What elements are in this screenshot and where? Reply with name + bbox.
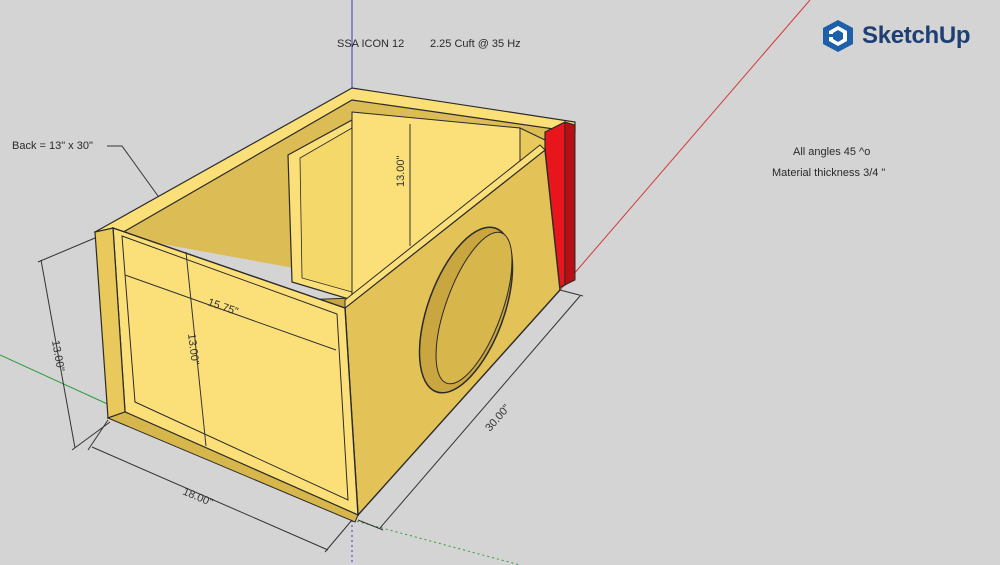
dim-text-length-right: 30.00": [483, 402, 513, 434]
back-note-leader: [107, 145, 159, 197]
dim-text-width-front: 18.00": [181, 486, 215, 509]
angles-note: All angles 45 ^o: [793, 146, 871, 158]
sketchup-logo-text: SketchUp: [862, 22, 971, 49]
model-canvas[interactable]: 13.00" 18.00" 30.00" 15.75" 13.00" 13.00…: [0, 0, 1000, 565]
sketchup-logo: SketchUp: [822, 19, 971, 53]
model-title: SSA ICON 12: [337, 38, 405, 50]
green-axis-hidden: [351, 519, 521, 565]
sketchup-viewport[interactable]: 13.00" 18.00" 30.00" 15.75" 13.00" 13.00…: [0, 0, 1000, 565]
red-axis: [559, 0, 811, 291]
dim-text-back-inner-height: 13.00": [395, 155, 407, 187]
model-volume: 2.25 Cuft @ 35 Hz: [430, 38, 521, 50]
red-end-panel-edge[interactable]: [564, 121, 576, 286]
back-note: Back = 13" x 30": [12, 140, 93, 152]
dim-text-height-left: 13.00": [49, 339, 66, 372]
material-note: Material thickness 3/4 ": [772, 167, 886, 179]
sketchup-logo-icon: [823, 20, 853, 52]
